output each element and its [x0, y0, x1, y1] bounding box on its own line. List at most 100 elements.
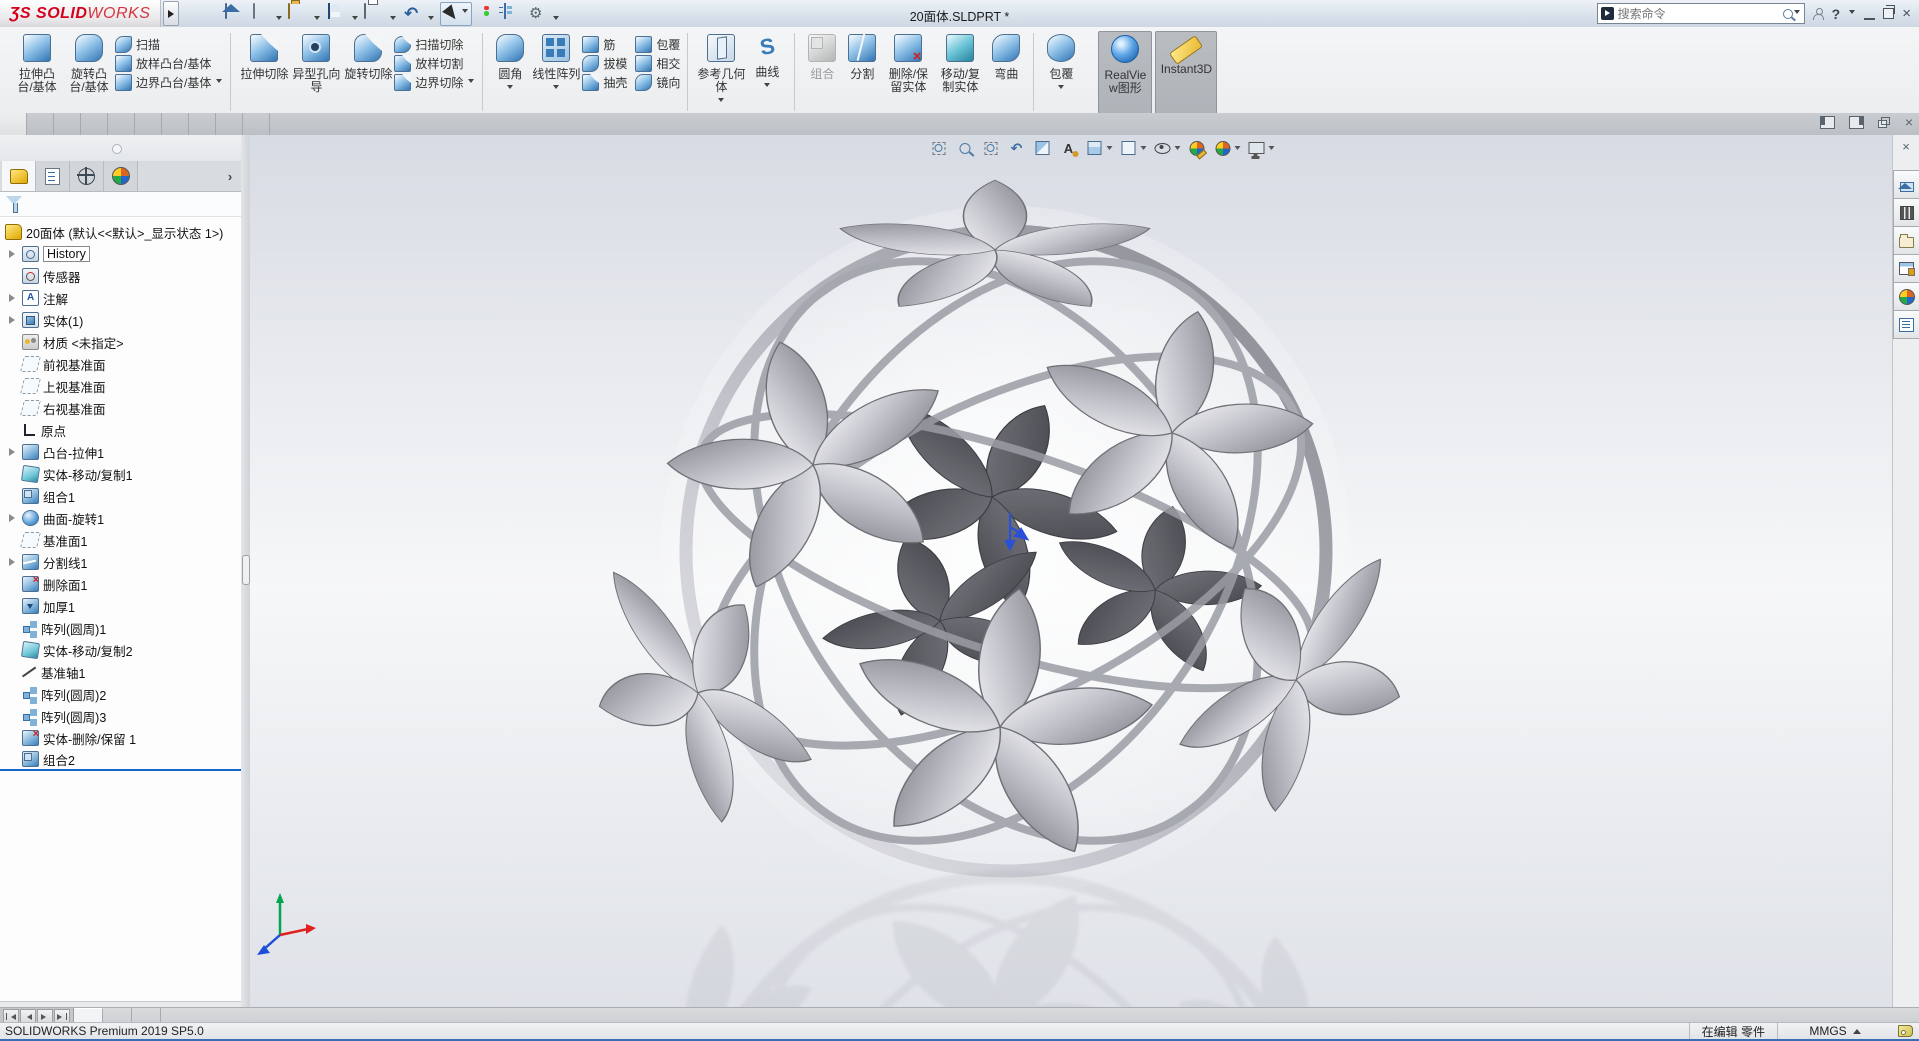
- tree-item[interactable]: 基准面1: [0, 529, 241, 551]
- user-account-icon[interactable]: [1812, 8, 1824, 20]
- tree-item[interactable]: History: [0, 243, 241, 265]
- tree-item[interactable]: 分割线1: [0, 551, 241, 573]
- close-task-pane-button[interactable]: ×: [1893, 135, 1919, 157]
- realview-graphics-toggle[interactable]: RealView图形: [1098, 31, 1153, 118]
- task-pane-tab[interactable]: [1893, 226, 1919, 255]
- fillet-button[interactable]: 圆角: [490, 31, 530, 95]
- search-scope-icon[interactable]: [1600, 7, 1614, 20]
- dropdown-caret-icon[interactable]: [1268, 146, 1274, 153]
- command-tab[interactable]: [189, 113, 216, 135]
- headsup-slot[interactable]: A: [1059, 139, 1078, 158]
- search-dropdown[interactable]: [1793, 10, 1800, 17]
- revolved-boss-button[interactable]: 旋转凸台/基体: [63, 31, 115, 94]
- menu-flyout-button[interactable]: [163, 1, 179, 26]
- task-pane-tab[interactable]: [1893, 170, 1919, 199]
- panel-splitter-handle[interactable]: [112, 144, 122, 154]
- lofted-boss-button[interactable]: 放样凸台/基体: [115, 54, 223, 72]
- expand-arrow-icon[interactable]: [7, 469, 18, 480]
- dropdown-caret-icon[interactable]: [1174, 146, 1180, 153]
- restore-document-icon[interactable]: [1877, 117, 1891, 128]
- expand-arrow-icon[interactable]: [7, 249, 18, 260]
- expand-arrow-icon[interactable]: [7, 689, 18, 700]
- expand-arrow-icon[interactable]: [7, 403, 18, 414]
- tree-item[interactable]: 凸台-拉伸1: [0, 441, 241, 463]
- extruded-cut-button[interactable]: 拉伸切除: [238, 31, 290, 81]
- linear-pattern-button[interactable]: 线性阵列: [530, 31, 582, 95]
- filter-funnel-icon[interactable]: [6, 195, 22, 213]
- headsup-slot[interactable]: [1085, 139, 1112, 158]
- select-tool-button[interactable]: [440, 1, 472, 28]
- tree-item[interactable]: 实体-删除/保留 1: [0, 727, 241, 749]
- mirror-button[interactable]: 镜向: [635, 73, 680, 91]
- open-button[interactable]: [288, 2, 308, 24]
- help-dropdown[interactable]: [1849, 10, 1856, 17]
- command-search[interactable]: [1596, 3, 1805, 24]
- tree-item[interactable]: 实体-移动/复制2: [0, 639, 241, 661]
- expand-arrow-icon[interactable]: [7, 623, 18, 634]
- command-tab[interactable]: [243, 113, 270, 135]
- tree-item[interactable]: 曲面-旋转1: [0, 507, 241, 529]
- tab-property-manager[interactable]: [36, 161, 70, 191]
- tree-item[interactable]: 删除面1: [0, 573, 241, 595]
- unit-system-selector[interactable]: MMGS: [1777, 1023, 1892, 1039]
- task-pane-tab[interactable]: [1893, 282, 1919, 311]
- delete-keep-body-button[interactable]: 删除/保留实体: [882, 31, 934, 94]
- expand-arrow-icon[interactable]: [7, 535, 18, 546]
- sweep-button[interactable]: 扫描: [115, 35, 223, 53]
- dock-left-icon[interactable]: [1819, 116, 1835, 129]
- expand-arrow-icon[interactable]: [7, 601, 18, 612]
- tree-item[interactable]: 阵列(圆周)1: [0, 617, 241, 639]
- tab-display-manager[interactable]: [104, 161, 138, 191]
- dropdown-caret-icon[interactable]: [1106, 146, 1112, 153]
- expand-arrow-icon[interactable]: [7, 425, 18, 436]
- tree-item[interactable]: 上视基准面: [0, 375, 241, 397]
- headsup-slot[interactable]: [1213, 139, 1240, 158]
- tab-feature-tree[interactable]: [2, 161, 36, 191]
- expand-arrow-icon[interactable]: [7, 447, 18, 458]
- save-button[interactable]: [326, 2, 346, 24]
- swept-cut-button[interactable]: 扫描切除: [394, 35, 475, 53]
- command-tab[interactable]: [135, 113, 162, 135]
- search-input[interactable]: [1613, 6, 1783, 21]
- close-window-button[interactable]: ×: [1902, 6, 1911, 21]
- revolved-cut-button[interactable]: 旋转切除: [342, 31, 394, 81]
- expand-arrow-icon[interactable]: [7, 557, 18, 568]
- intersect-button[interactable]: 相交: [635, 54, 680, 72]
- performance-pipeline-button[interactable]: [477, 4, 497, 24]
- tags-icon[interactable]: [1898, 1025, 1913, 1037]
- tree-item[interactable]: 传感器: [0, 265, 241, 287]
- command-tab[interactable]: [81, 113, 108, 135]
- print-button[interactable]: [364, 2, 384, 24]
- headsup-slot[interactable]: [981, 139, 1000, 158]
- tree-item[interactable]: 阵列(圆周)3: [0, 705, 241, 727]
- headsup-slot[interactable]: [1153, 139, 1180, 158]
- headsup-slot[interactable]: [1119, 139, 1146, 158]
- wrap-feature-button[interactable]: 包覆: [1041, 31, 1081, 95]
- new-dropdown[interactable]: [276, 16, 282, 23]
- task-pane-tab[interactable]: [1893, 198, 1919, 227]
- tree-item[interactable]: 实体-移动/复制1: [0, 463, 241, 485]
- headsup-slot[interactable]: [1033, 139, 1052, 158]
- shell-button[interactable]: 抽壳: [582, 73, 627, 91]
- headsup-slot[interactable]: [1187, 139, 1206, 158]
- expand-arrow-icon[interactable]: [7, 754, 18, 765]
- wrap-button[interactable]: 包覆: [635, 35, 680, 53]
- tab-configuration-manager[interactable]: [70, 161, 104, 191]
- flex-button[interactable]: 弯曲: [986, 31, 1026, 81]
- tree-item[interactable]: 注解: [0, 287, 241, 309]
- undo-dropdown[interactable]: [428, 16, 434, 23]
- tree-item[interactable]: 材质 <未指定>: [0, 331, 241, 353]
- dropdown-caret-icon[interactable]: [1234, 146, 1240, 153]
- open-dropdown[interactable]: [314, 16, 320, 23]
- minimize-window-button[interactable]: [1864, 7, 1876, 20]
- headsup-slot[interactable]: [1247, 139, 1274, 158]
- save-dropdown[interactable]: [352, 16, 358, 23]
- new-document-button[interactable]: [250, 2, 270, 24]
- dock-right-icon[interactable]: [1848, 116, 1864, 129]
- headsup-slot[interactable]: [929, 139, 948, 158]
- headsup-slot[interactable]: [955, 139, 974, 158]
- search-icon[interactable]: [1782, 8, 1793, 19]
- expand-arrow-icon[interactable]: [7, 337, 18, 348]
- curves-button[interactable]: 曲线: [747, 31, 787, 93]
- command-tab[interactable]: [0, 113, 27, 135]
